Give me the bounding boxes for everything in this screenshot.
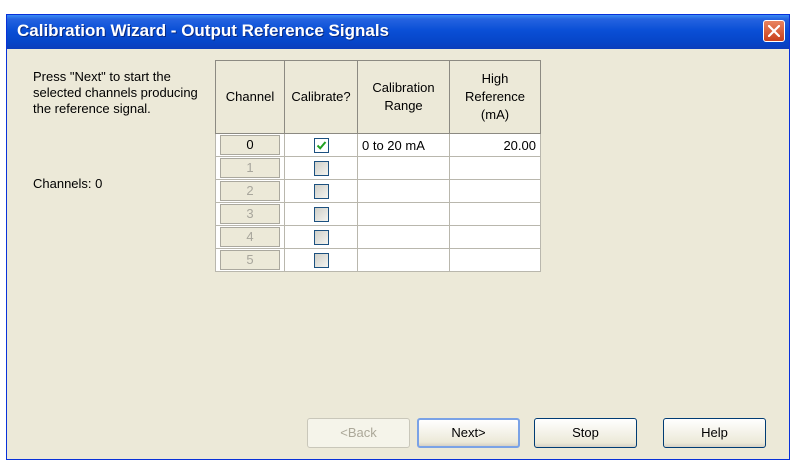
table-row: 0 0 to 20 mA 20.00 — [215, 133, 541, 157]
high-reference-cell[interactable] — [449, 179, 541, 203]
channel-button[interactable]: 5 — [220, 250, 280, 270]
channel-button[interactable]: 4 — [220, 227, 280, 247]
header-calibrate: Calibrate? — [284, 60, 358, 134]
channel-cell: 2 — [215, 179, 285, 203]
calibrate-cell — [284, 248, 358, 272]
channel-button[interactable]: 1 — [220, 158, 280, 178]
table-row: 5 — [215, 248, 541, 272]
calibration-range-cell[interactable] — [357, 248, 450, 272]
calibration-wizard-dialog: Calibration Wizard - Output Reference Si… — [6, 14, 790, 460]
calibrate-cell — [284, 179, 358, 203]
channel-button[interactable]: 2 — [220, 181, 280, 201]
check-icon — [316, 141, 326, 150]
channel-cell: 1 — [215, 156, 285, 180]
channel-button[interactable]: 0 — [220, 135, 280, 155]
calibrate-checkbox[interactable] — [313, 161, 329, 177]
calibrate-cell — [284, 225, 358, 249]
title-bar[interactable]: Calibration Wizard - Output Reference Si… — [7, 15, 789, 49]
calibrate-cell — [284, 202, 358, 226]
calibrate-checkbox[interactable] — [313, 253, 329, 269]
channel-cell: 3 — [215, 202, 285, 226]
high-reference-cell[interactable] — [449, 248, 541, 272]
high-reference-cell[interactable] — [449, 202, 541, 226]
channels-label: Channels: 0 — [33, 176, 103, 191]
instructions-text: Press "Next" to start the selected chann… — [33, 69, 198, 116]
calibrate-cell — [284, 156, 358, 180]
close-icon — [768, 25, 780, 37]
calibration-range-cell[interactable] — [357, 202, 450, 226]
close-button[interactable] — [763, 20, 785, 42]
calibrate-cell — [284, 133, 358, 157]
calibrate-checkbox[interactable] — [313, 207, 329, 223]
channel-cell: 5 — [215, 248, 285, 272]
high-reference-cell[interactable] — [449, 225, 541, 249]
table-row: 3 — [215, 202, 541, 226]
window-title: Calibration Wizard - Output Reference Si… — [17, 21, 390, 40]
high-reference-cell[interactable]: 20.00 — [449, 133, 541, 157]
calibrate-checkbox[interactable] — [313, 230, 329, 246]
high-reference-cell[interactable] — [449, 156, 541, 180]
help-button[interactable]: Help — [663, 418, 766, 448]
table-row: 2 — [215, 179, 541, 203]
table-row: 4 — [215, 225, 541, 249]
header-high-reference: High Reference (mA) — [449, 60, 541, 134]
channel-cell: 0 — [215, 133, 285, 157]
channel-button[interactable]: 3 — [220, 204, 280, 224]
table-row: 1 — [215, 156, 541, 180]
calibrate-checkbox[interactable] — [313, 184, 329, 200]
calibrate-checkbox[interactable] — [313, 138, 329, 154]
back-button[interactable]: <Back — [307, 418, 410, 448]
stop-button[interactable]: Stop — [534, 418, 637, 448]
header-calibration-range: Calibration Range — [357, 60, 450, 134]
calibration-range-cell[interactable] — [357, 156, 450, 180]
calibration-range-cell[interactable] — [357, 179, 450, 203]
channel-cell: 4 — [215, 225, 285, 249]
header-channel: Channel — [215, 60, 285, 134]
calibration-range-cell[interactable] — [357, 225, 450, 249]
calibration-range-cell[interactable]: 0 to 20 mA — [357, 133, 450, 157]
next-button[interactable]: Next> — [417, 418, 520, 448]
channels-table: Channel Calibrate? Calibration Range Hig… — [215, 60, 541, 272]
